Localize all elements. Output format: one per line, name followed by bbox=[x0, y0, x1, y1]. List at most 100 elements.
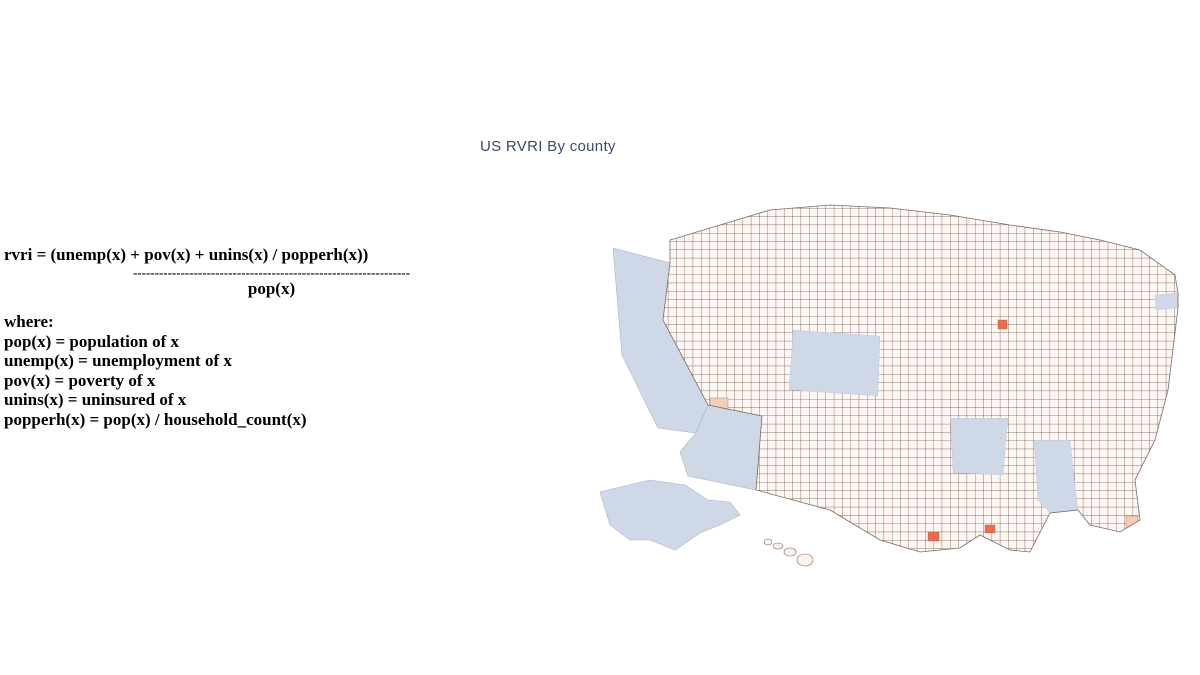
county-cell bbox=[934, 341, 942, 349]
county-cell bbox=[1166, 408, 1174, 416]
county-cell bbox=[876, 549, 884, 557]
county-cell bbox=[917, 515, 925, 523]
county-cell bbox=[801, 217, 809, 225]
county-cell bbox=[950, 233, 958, 241]
county-cell bbox=[618, 565, 626, 573]
county-cell bbox=[876, 441, 884, 449]
county-cell bbox=[627, 383, 635, 391]
county-cell bbox=[992, 474, 1000, 482]
county-cell bbox=[1133, 549, 1141, 557]
county-cell bbox=[1150, 532, 1158, 540]
county-cell bbox=[1008, 291, 1016, 299]
county-cell bbox=[726, 491, 734, 499]
county-cell bbox=[909, 233, 917, 241]
county-cell bbox=[1050, 333, 1058, 341]
county-cell bbox=[809, 416, 817, 424]
county-cell bbox=[901, 308, 909, 316]
county-cell bbox=[1050, 291, 1058, 299]
county-cell bbox=[1133, 258, 1141, 266]
county-cell bbox=[851, 399, 859, 407]
county-cell bbox=[901, 366, 909, 374]
county-cell bbox=[975, 358, 983, 366]
county-cell bbox=[975, 366, 983, 374]
county-cell bbox=[1083, 499, 1091, 507]
county-cell bbox=[809, 291, 817, 299]
county-cell bbox=[685, 266, 693, 274]
county-cell bbox=[1058, 250, 1066, 258]
county-cell bbox=[809, 391, 817, 399]
county-cell bbox=[1008, 242, 1016, 250]
county-cell bbox=[1158, 466, 1166, 474]
county-cell bbox=[851, 325, 859, 333]
county-cell bbox=[967, 391, 975, 399]
county-cell bbox=[867, 549, 875, 557]
county-cell bbox=[925, 341, 933, 349]
county-cell bbox=[1008, 399, 1016, 407]
county-cell bbox=[901, 300, 909, 308]
county-cell bbox=[867, 499, 875, 507]
county-cell bbox=[1058, 549, 1066, 557]
county-cell bbox=[917, 242, 925, 250]
county-cell bbox=[776, 482, 784, 490]
county-cell bbox=[1158, 441, 1166, 449]
county-cell bbox=[793, 242, 801, 250]
county-cell bbox=[1108, 441, 1116, 449]
county-cell bbox=[676, 333, 684, 341]
county-cell bbox=[826, 432, 834, 440]
county-cell bbox=[1166, 208, 1174, 216]
county-cell bbox=[1166, 325, 1174, 333]
county-cell bbox=[842, 557, 850, 565]
county-cell bbox=[876, 524, 884, 532]
county-cell bbox=[1125, 383, 1133, 391]
county-cell bbox=[925, 366, 933, 374]
county-cell bbox=[1050, 300, 1058, 308]
county-cell bbox=[909, 499, 917, 507]
county-cell bbox=[743, 557, 751, 565]
county-cell bbox=[901, 424, 909, 432]
county-cell bbox=[627, 449, 635, 457]
county-cell bbox=[925, 266, 933, 274]
county-cell bbox=[784, 441, 792, 449]
county-cell bbox=[1108, 316, 1116, 324]
county-cell bbox=[710, 283, 718, 291]
county-cell bbox=[851, 557, 859, 565]
county-cell bbox=[1150, 208, 1158, 216]
county-cell bbox=[1025, 408, 1033, 416]
county-cell bbox=[768, 424, 776, 432]
county-cell bbox=[1141, 283, 1149, 291]
county-cell bbox=[867, 482, 875, 490]
county-cell bbox=[652, 208, 660, 216]
county-cell bbox=[1067, 358, 1075, 366]
county-cell bbox=[1116, 349, 1124, 357]
county-cell bbox=[859, 449, 867, 457]
county-cell bbox=[676, 242, 684, 250]
county-cell bbox=[660, 565, 668, 573]
county-cell bbox=[842, 325, 850, 333]
county-cell bbox=[735, 374, 743, 382]
county-cell bbox=[759, 316, 767, 324]
county-cell bbox=[942, 424, 950, 432]
county-cell bbox=[975, 383, 983, 391]
county-cell bbox=[1033, 549, 1041, 557]
def-unemp: unemp(x) = unemployment of x bbox=[4, 351, 564, 371]
county-cell bbox=[710, 275, 718, 283]
county-cell bbox=[1083, 275, 1091, 283]
county-cell bbox=[1141, 374, 1149, 382]
county-cell bbox=[884, 208, 892, 216]
county-cell bbox=[809, 524, 817, 532]
county-cell bbox=[934, 225, 942, 233]
county-cell bbox=[768, 408, 776, 416]
county-cell bbox=[1183, 557, 1190, 565]
county-cell bbox=[842, 549, 850, 557]
county-cell bbox=[1000, 266, 1008, 274]
county-cell bbox=[784, 233, 792, 241]
county-cell bbox=[726, 283, 734, 291]
county-cell bbox=[768, 200, 776, 208]
county-cell bbox=[859, 466, 867, 474]
county-cell bbox=[884, 532, 892, 540]
county-cell bbox=[1100, 200, 1108, 208]
county-cell bbox=[876, 308, 884, 316]
county-cell bbox=[1033, 507, 1041, 515]
county-cell bbox=[942, 258, 950, 266]
county-cell bbox=[1000, 300, 1008, 308]
